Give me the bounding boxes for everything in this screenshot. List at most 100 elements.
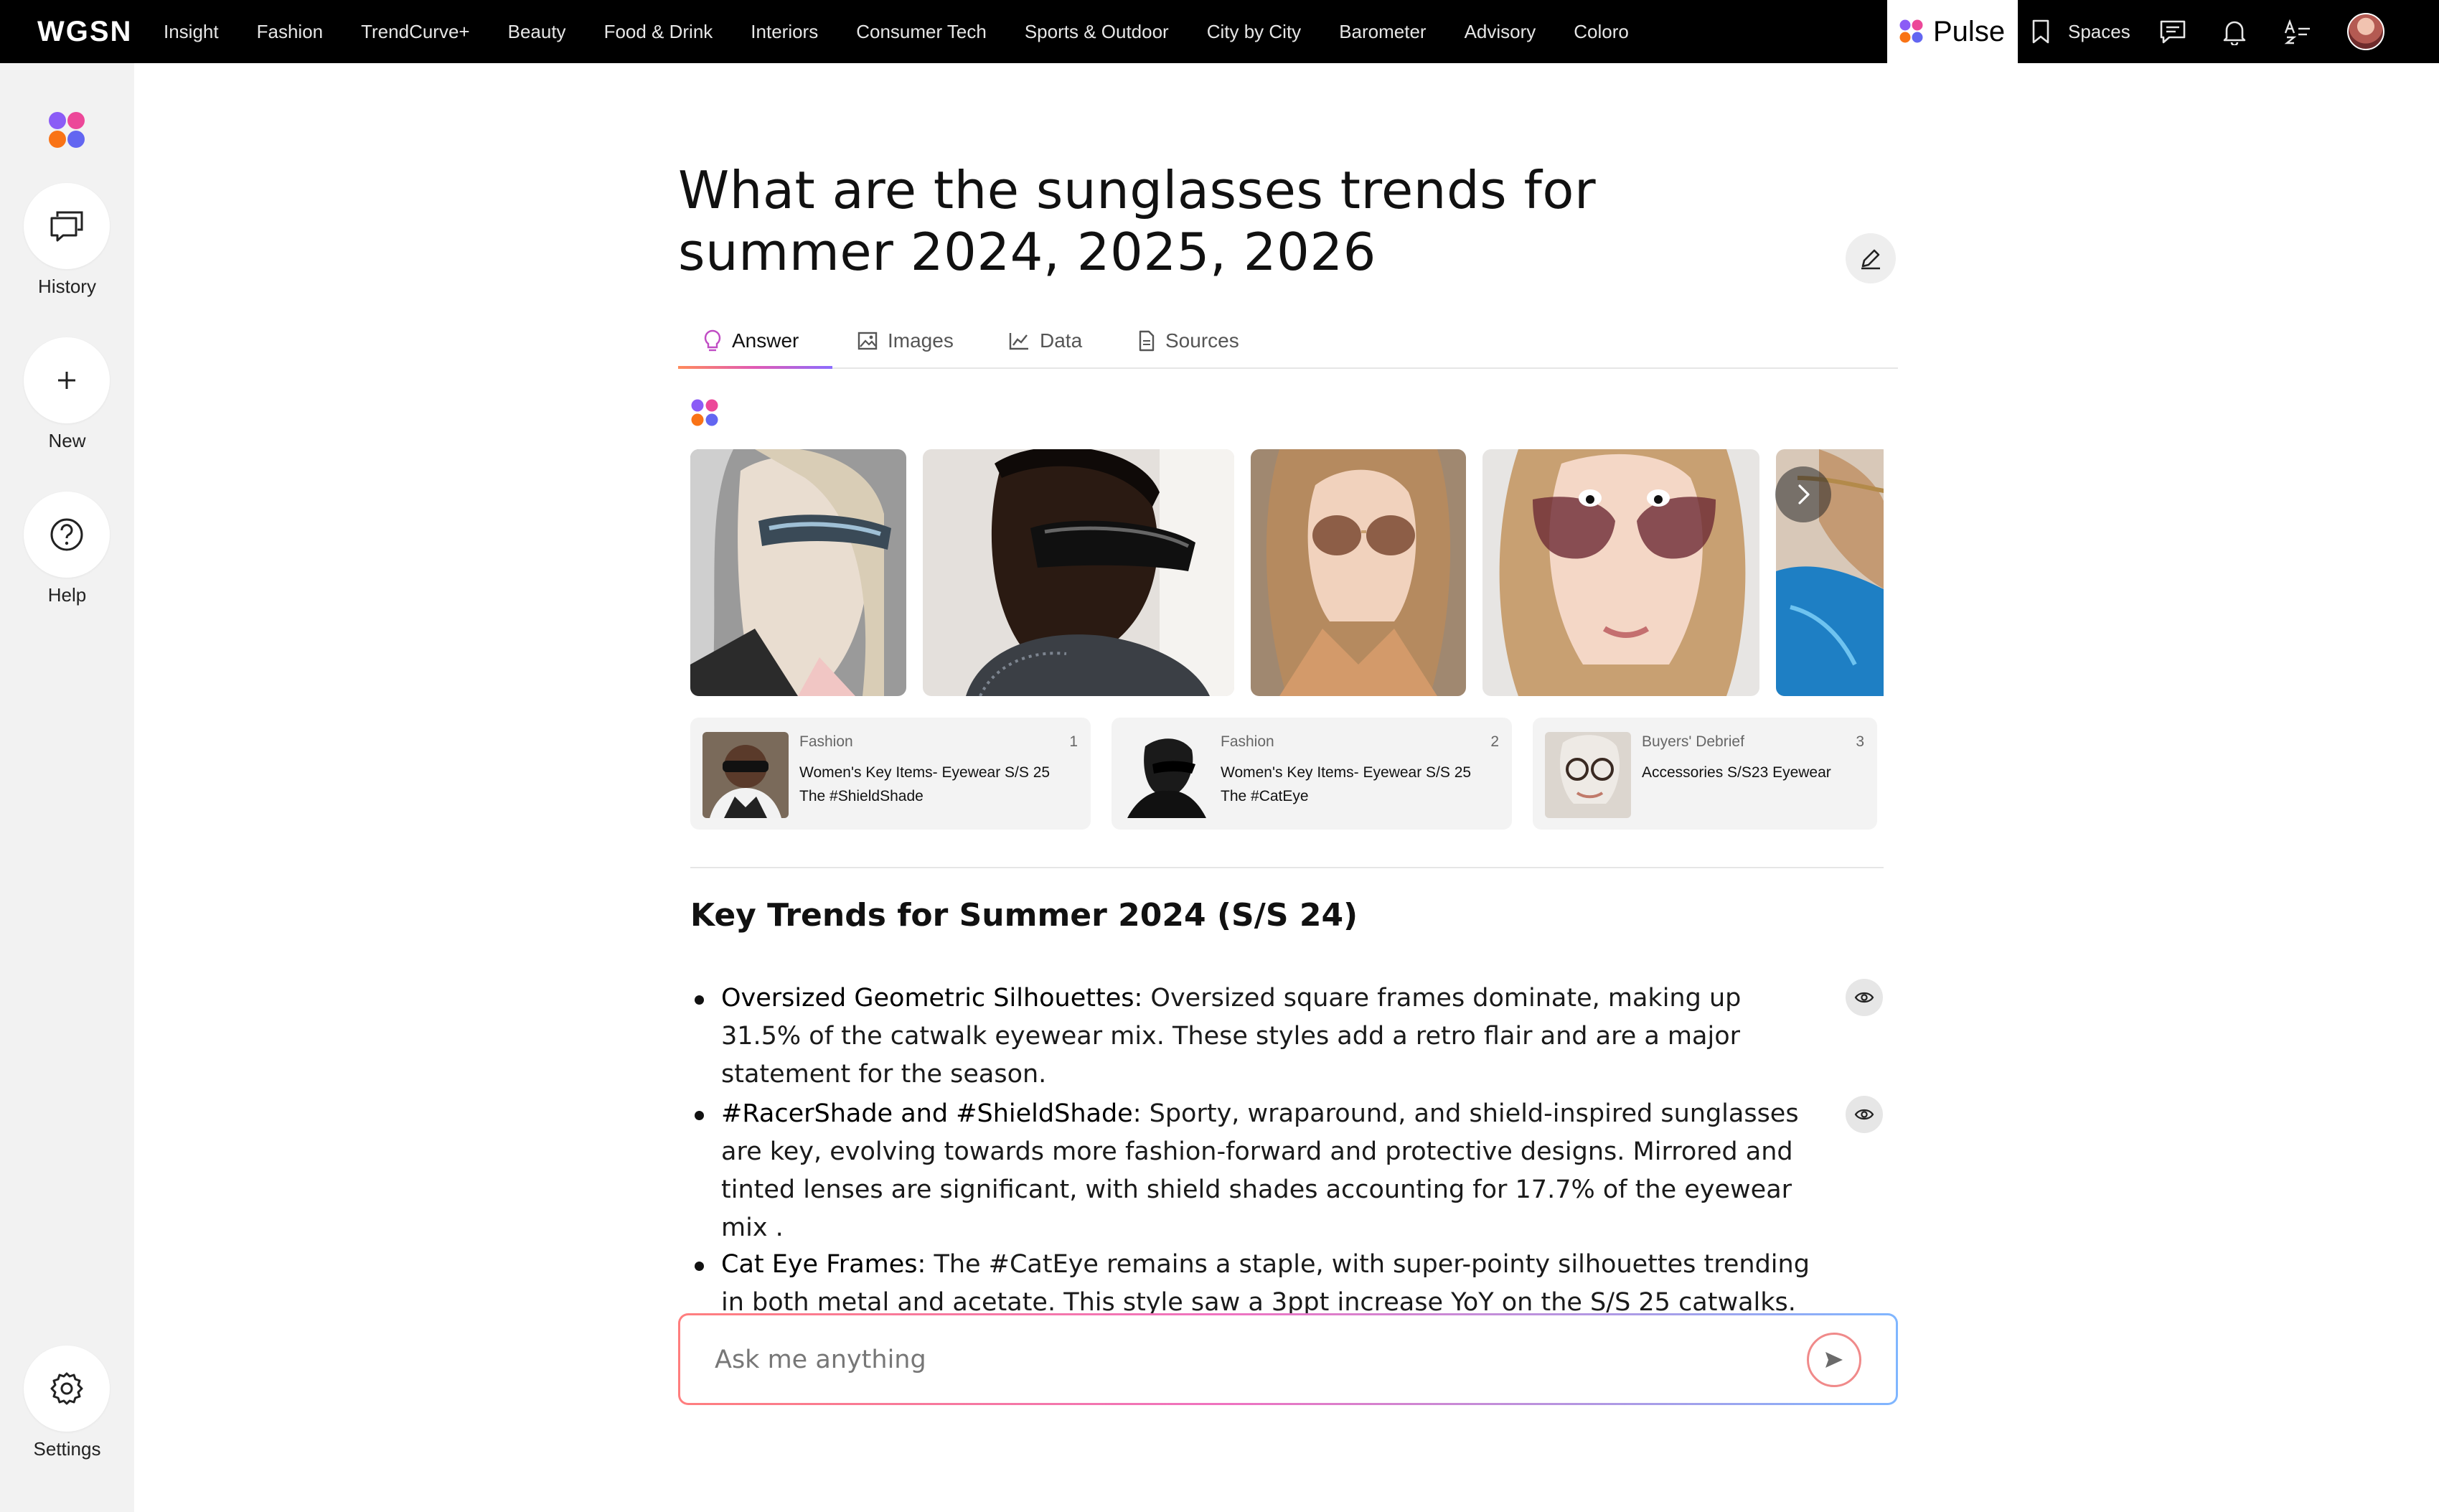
nav-item-consumer-tech[interactable]: Consumer Tech [856, 21, 987, 43]
shield-sunglasses-photo [690, 449, 906, 696]
source-category: Buyers' Debrief [1642, 733, 1744, 750]
new-chat-button[interactable] [24, 337, 110, 423]
bullet-text: Oversized Geometric Silhouettes: Oversiz… [721, 980, 1819, 1094]
tab-data-label: Data [1040, 329, 1083, 352]
bullet-text: Cat Eye Frames: The #CatEye remains a st… [721, 1246, 1819, 1322]
source-title: Women's Key Items- Eyewear S/S 25 The #S… [799, 764, 1051, 804]
tab-data[interactable]: Data [1008, 313, 1082, 369]
ask-input-container [678, 1313, 1898, 1405]
nav-item-trendcurve[interactable]: TrendCurve+ [361, 21, 470, 43]
bullet-lead: Oversized Geometric Silhouettes: [721, 984, 1143, 1013]
translate-button[interactable] [2283, 19, 2311, 44]
top-navigation-bar: WGSN Insight Fashion TrendCurve+ Beauty … [0, 0, 2439, 63]
top-nav-items: Insight Fashion TrendCurve+ Beauty Food … [164, 0, 1667, 63]
section-divider [690, 867, 1884, 868]
wgsn-logo[interactable]: WGSN [37, 16, 132, 48]
notifications-button[interactable] [2222, 18, 2247, 45]
tab-answer-label: Answer [732, 329, 799, 352]
nav-item-advisory[interactable]: Advisory [1465, 21, 1536, 43]
carousel-next-button[interactable] [1775, 466, 1831, 522]
bookmark-icon [2032, 19, 2049, 44]
bell-icon [2223, 21, 2246, 45]
source-category: Fashion [1221, 733, 1274, 750]
bullet-lead: #RacerShade and #ShieldShade: [721, 1099, 1142, 1128]
pulse-tab[interactable]: Pulse [1887, 0, 2018, 63]
view-source-button[interactable] [1846, 979, 1883, 1016]
source-thumbnail-2 [1124, 732, 1210, 818]
source-card-3[interactable]: Buyers' Debrief 3 Accessories S/S23 Eyew… [1533, 718, 1877, 830]
source-card-2[interactable]: Fashion 2 Women's Key Items- Eyewear S/S… [1112, 718, 1512, 830]
nav-item-coloro[interactable]: Coloro [1574, 21, 1629, 43]
spaces-button[interactable]: Spaces [2031, 19, 2130, 44]
chart-icon [1009, 333, 1028, 350]
section-title: Key Trends for Summer 2024 (S/S 24) [690, 897, 1358, 934]
help-button[interactable] [24, 492, 110, 578]
bulb-icon [704, 329, 721, 352]
pulse-logo-icon [49, 112, 85, 148]
nav-item-city-by-city[interactable]: City by City [1207, 21, 1301, 43]
edit-question-button[interactable] [1846, 233, 1896, 283]
answer-pulse-logo [690, 398, 719, 431]
rimless-sunglasses-photo [1482, 449, 1759, 696]
carousel-image-2[interactable] [923, 449, 1234, 696]
help-icon [50, 518, 83, 551]
gear-icon [50, 1372, 83, 1405]
image-carousel [690, 449, 1884, 696]
settings-label: Settings [33, 1438, 101, 1460]
source-title: Accessories S/S23 Eyewear [1642, 764, 1831, 781]
answer-tabs: Answer Images Data Sources [678, 313, 1898, 369]
chat-icon [2160, 20, 2186, 44]
nav-item-beauty[interactable]: Beauty [508, 21, 566, 43]
bullet-lead: Cat Eye Frames: [721, 1250, 926, 1279]
settings-button[interactable] [24, 1346, 110, 1432]
source-thumbnail-1 [702, 732, 789, 818]
bullet-dot [695, 995, 704, 1005]
carousel-image-4[interactable] [1482, 449, 1759, 696]
document-icon [1139, 330, 1155, 352]
pulse-logo-icon [691, 399, 718, 426]
source-thumbnail-3 [1545, 732, 1631, 818]
source-category: Fashion [799, 733, 853, 750]
ask-input-inner [680, 1315, 1896, 1403]
view-source-button[interactable] [1846, 1096, 1883, 1133]
spaces-label: Spaces [2068, 20, 2130, 42]
chevron-right-icon [1798, 484, 1810, 504]
source-card-1[interactable]: Fashion 1 Women's Key Items- Eyewear S/S… [690, 718, 1091, 830]
ask-input[interactable] [715, 1338, 1719, 1381]
eye-icon [1854, 1109, 1874, 1120]
history-icon [50, 211, 83, 242]
new-label: New [48, 430, 86, 451]
nav-item-insight[interactable]: Insight [164, 21, 219, 43]
tab-images[interactable]: Images [857, 313, 954, 369]
pencil-icon [1861, 249, 1880, 270]
source-title: Women's Key Items- Eyewear S/S 25 The #C… [1221, 764, 1472, 804]
nav-item-sports-outdoor[interactable]: Sports & Outdoor [1025, 21, 1169, 43]
send-icon [1825, 1352, 1843, 1368]
nav-item-fashion[interactable]: Fashion [257, 21, 324, 43]
pulse-label: Pulse [1933, 15, 2006, 47]
sidebar-pulse-logo[interactable] [47, 111, 86, 153]
history-button[interactable] [24, 183, 110, 269]
wraparound-sunglasses-photo [923, 449, 1234, 696]
user-avatar[interactable] [2346, 13, 2384, 50]
send-button[interactable] [1807, 1333, 1861, 1387]
messages-button[interactable] [2159, 19, 2186, 44]
source-number: 2 [1490, 733, 1499, 750]
translate-icon [2284, 19, 2310, 44]
left-sidebar: History New Help Settings [0, 63, 134, 1512]
eye-icon [1854, 992, 1874, 1003]
nav-item-barometer[interactable]: Barometer [1339, 21, 1426, 43]
help-label: Help [47, 584, 87, 606]
image-icon [857, 332, 878, 350]
aviator-sunglasses-photo [1251, 449, 1466, 696]
pulse-logo-icon [1899, 19, 1923, 43]
tab-answer[interactable]: Answer [703, 313, 799, 369]
nav-item-food-drink[interactable]: Food & Drink [604, 21, 713, 43]
page-title-question: What are the sunglasses trends for summe… [678, 160, 1597, 282]
tab-sources[interactable]: Sources [1138, 313, 1239, 369]
carousel-image-3[interactable] [1251, 449, 1466, 696]
tab-images-label: Images [888, 329, 954, 352]
nav-item-interiors[interactable]: Interiors [751, 21, 818, 43]
top-right-actions: Spaces [2031, 0, 2384, 63]
carousel-image-1[interactable] [690, 449, 906, 696]
